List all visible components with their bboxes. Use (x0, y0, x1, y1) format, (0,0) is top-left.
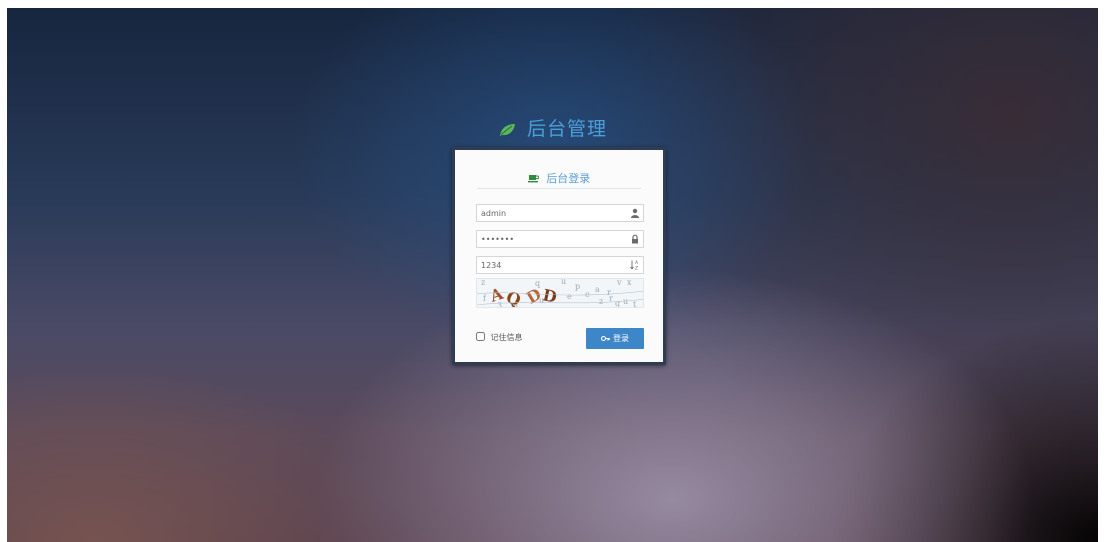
svg-text:t: t (633, 300, 637, 308)
svg-text:g: g (615, 299, 620, 308)
svg-text:D: D (541, 285, 559, 306)
username-input[interactable] (477, 205, 631, 221)
svg-text:a: a (595, 285, 600, 294)
svg-text:z: z (599, 297, 603, 306)
captcha-field-box: A Z (476, 256, 644, 274)
login-background: 后台管理 后台登录 admin 1234 A Z z f q u p u e e… (7, 8, 1098, 542)
remember-checkbox[interactable] (476, 332, 485, 341)
brand-title: 后台管理 (527, 118, 608, 140)
svg-text:z: z (481, 279, 485, 287)
coffee-icon (527, 175, 539, 183)
brand-header: 后台管理 (7, 114, 1098, 141)
svg-text:x: x (627, 279, 632, 287)
svg-text:v: v (616, 279, 622, 287)
svg-text:e: e (567, 292, 572, 301)
remember-label-text: 记住信息 (490, 333, 523, 342)
svg-text:e: e (585, 290, 590, 299)
key-icon (600, 335, 610, 342)
svg-text:p: p (575, 282, 580, 291)
lock-icon (632, 234, 638, 244)
captcha-input[interactable] (477, 257, 631, 273)
password-input[interactable] (477, 231, 631, 247)
login-button[interactable]: 登录 (586, 328, 644, 349)
login-panel-title: 后台登录 (477, 170, 641, 189)
login-button-label: 登录 (613, 334, 629, 343)
svg-text:r: r (607, 288, 611, 297)
svg-text:f: f (483, 294, 487, 303)
username-field-box (476, 204, 644, 222)
captcha-noise: z f q u p u e e z r g u t v x 3 8 a r A … (477, 279, 643, 308)
user-icon (631, 208, 639, 218)
captcha-image[interactable]: z f q u p u e e z r g u t v x 3 8 a r A … (476, 278, 644, 308)
password-field-box (476, 230, 644, 248)
svg-text:A: A (487, 284, 506, 306)
svg-text:Z: Z (635, 266, 638, 271)
svg-text:Q: Q (504, 287, 524, 308)
leaf-icon (499, 124, 515, 136)
remember-checkbox-label[interactable]: 记住信息 (476, 332, 523, 343)
svg-text:u: u (561, 279, 566, 286)
sort-alpha-icon: A Z (630, 260, 639, 271)
login-panel: 后台登录 A Z (452, 147, 666, 365)
login-title-text: 后台登录 (546, 172, 591, 185)
svg-text:A: A (635, 260, 639, 266)
